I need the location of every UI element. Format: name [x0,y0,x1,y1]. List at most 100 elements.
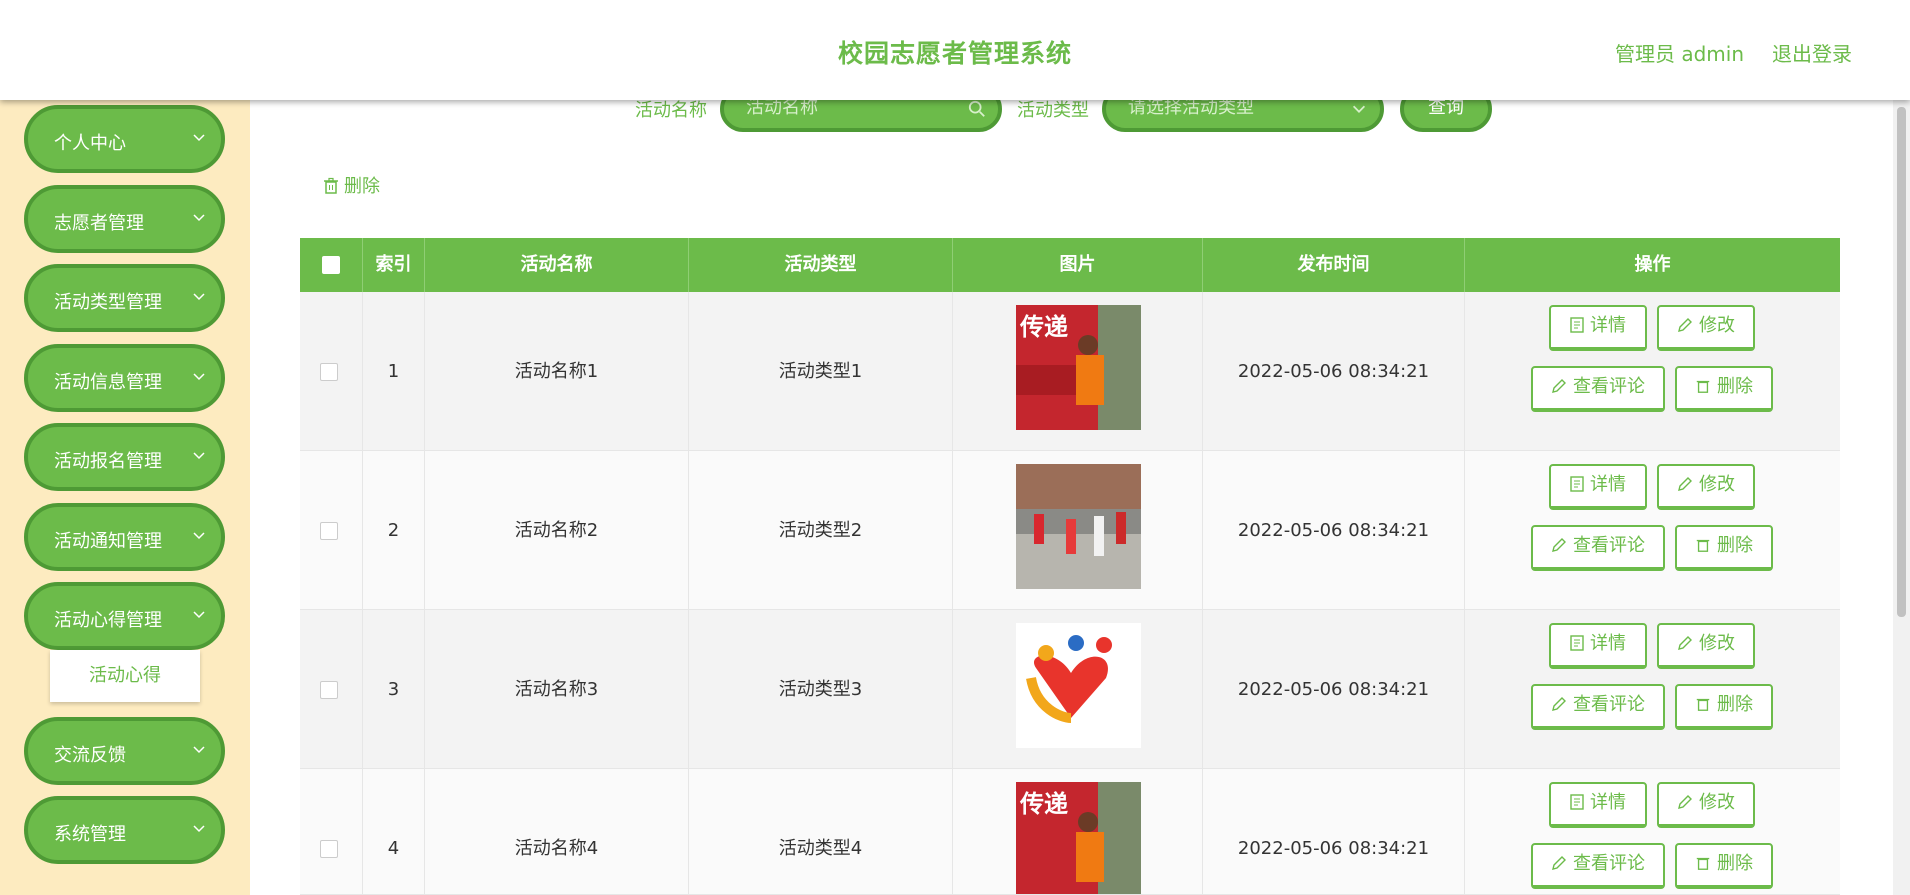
submenu-activity-experience[interactable]: 活动心得 [50,650,200,702]
th-name: 活动名称 [425,238,689,292]
cell-name: 活动名称1 [425,292,689,451]
edit-icon [1552,856,1566,870]
edit-icon [1678,477,1692,491]
edit-button[interactable]: 修改 [1657,464,1755,510]
select-all-cell [300,238,363,292]
edit-icon [1552,697,1566,711]
view-comments-button[interactable]: 查看评论 [1531,684,1665,730]
row-select-cell [300,610,363,769]
chevron-down-icon [193,825,205,833]
view-comments-label: 查看评论 [1573,376,1645,397]
edit-icon [1678,318,1692,332]
th-image: 图片 [953,238,1203,292]
row-select-cell [300,451,363,610]
menu-label: 活动报名管理 [54,451,162,472]
cell-type: 活动类型1 [689,292,953,451]
logout-link[interactable]: 退出登录 [1772,38,1852,67]
th-index: 索引 [363,238,425,292]
batch-delete-button[interactable]: 删除 [322,172,380,198]
menu-label: 活动通知管理 [54,531,162,552]
document-icon [1570,635,1584,651]
delete-button[interactable]: 删除 [1675,684,1773,730]
menu-item-feedback[interactable]: 交流反馈 [24,717,225,785]
batch-delete-label: 删除 [344,176,380,197]
edit-button[interactable]: 修改 [1657,623,1755,669]
th-time: 发布时间 [1203,238,1465,292]
trash-icon [1696,857,1710,870]
trash-icon [324,177,338,194]
activity-image: 传递 [1016,782,1141,894]
edit-button[interactable]: 修改 [1657,782,1755,828]
cell-index: 1 [363,292,425,451]
edit-icon [1552,379,1566,393]
menu-item-volunteer[interactable]: 志愿者管理 [24,185,225,253]
table-header: 索引 活动名称 活动类型 图片 发布时间 操作 [300,238,1840,292]
menu-item-activity-signup[interactable]: 活动报名管理 [24,423,225,491]
search-icon [968,100,985,117]
top-header: 校园志愿者管理系统 管理员 admin 退出登录 [0,0,1910,100]
cell-name: 活动名称2 [425,451,689,610]
cell-type: 活动类型4 [689,769,953,894]
menu-item-activity-info[interactable]: 活动信息管理 [24,344,225,412]
chevron-down-icon [193,746,205,754]
detail-button[interactable]: 详情 [1549,782,1647,828]
delete-button[interactable]: 删除 [1675,366,1773,412]
delete-button[interactable]: 删除 [1675,525,1773,571]
cell-name: 活动名称3 [425,610,689,769]
row-checkbox[interactable] [320,840,338,858]
chevron-down-icon [193,452,205,460]
detail-button[interactable]: 详情 [1549,623,1647,669]
delete-button[interactable]: 删除 [1675,843,1773,889]
menu-item-activity-type[interactable]: 活动类型管理 [24,264,225,332]
detail-label: 详情 [1590,315,1626,336]
row-checkbox[interactable] [320,522,338,540]
document-icon [1570,794,1584,810]
scrollbar-thumb[interactable] [1897,107,1906,617]
menu-item-personal-center[interactable]: 个人中心 [24,105,225,173]
chevron-down-icon [193,611,205,619]
document-icon [1570,476,1584,492]
edit-label: 修改 [1699,792,1735,813]
trash-icon [1696,698,1710,711]
activity-image [1016,464,1141,589]
current-user: 管理员 admin [1615,42,1745,66]
edit-icon [1552,538,1566,552]
cell-index: 3 [363,610,425,769]
menu-label: 系统管理 [54,824,126,845]
chevron-down-icon [193,373,205,381]
menu-label: 个人中心 [54,133,126,154]
chevron-down-icon [193,532,205,540]
cell-time: 2022-05-06 08:34:21 [1203,769,1465,894]
th-type: 活动类型 [689,238,953,292]
view-comments-button[interactable]: 查看评论 [1531,843,1665,889]
edit-label: 修改 [1699,633,1735,654]
edit-label: 修改 [1699,315,1735,336]
view-comments-button[interactable]: 查看评论 [1531,525,1665,571]
svg-text:传递: 传递 [1019,313,1068,341]
menu-item-activity-notice[interactable]: 活动通知管理 [24,503,225,571]
view-comments-label: 查看评论 [1573,535,1645,556]
row-checkbox[interactable] [320,681,338,699]
detail-button[interactable]: 详情 [1549,305,1647,351]
row-select-cell [300,292,363,451]
table-row: 2 活动名称2 活动类型2 2022-05-06 08:34:21 详情 修改 … [300,451,1840,610]
cell-type: 活动类型2 [689,451,953,610]
view-comments-button[interactable]: 查看评论 [1531,366,1665,412]
menu-item-system[interactable]: 系统管理 [24,796,225,864]
detail-label: 详情 [1590,633,1626,654]
menu-label: 交流反馈 [54,745,126,766]
cell-name: 活动名称4 [425,769,689,894]
menu-label: 活动信息管理 [54,372,162,393]
trash-icon [1696,539,1710,552]
activity-image [1016,623,1141,748]
edit-button[interactable]: 修改 [1657,305,1755,351]
menu-item-activity-experience[interactable]: 活动心得管理 [24,582,225,650]
svg-text:传递: 传递 [1019,790,1068,818]
view-comments-label: 查看评论 [1573,694,1645,715]
delete-label: 删除 [1717,853,1753,874]
select-all-checkbox[interactable] [322,256,340,274]
row-checkbox[interactable] [320,363,338,381]
view-comments-label: 查看评论 [1573,853,1645,874]
table-row: 1 活动名称1 活动类型1 传递 2022-05-06 08:34:21 详情 … [300,292,1840,451]
detail-button[interactable]: 详情 [1549,464,1647,510]
